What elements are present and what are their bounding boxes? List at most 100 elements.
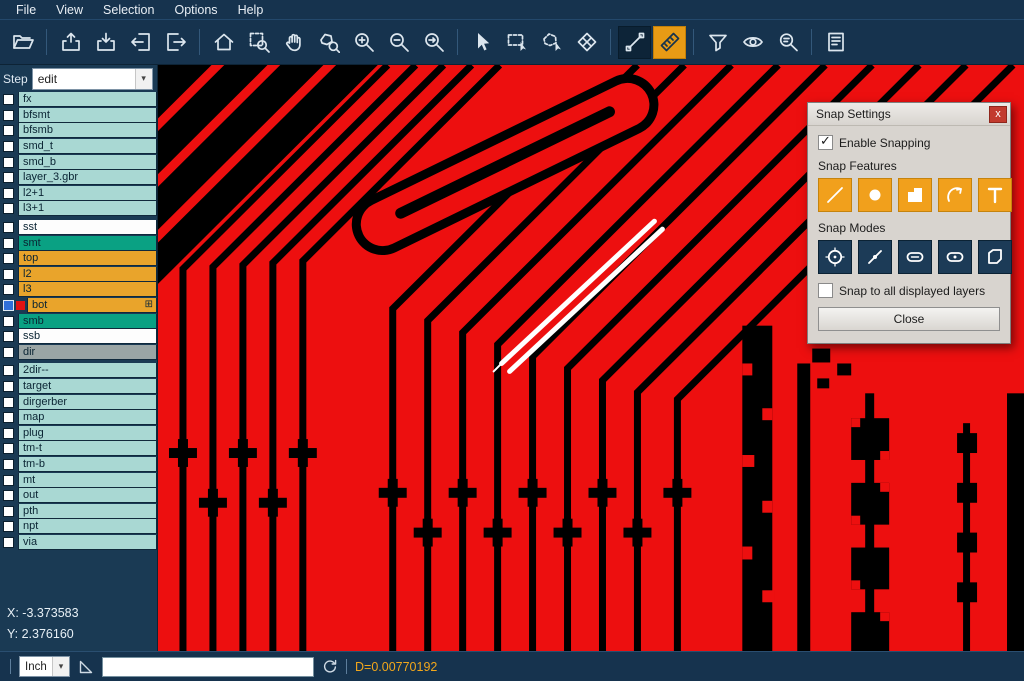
layer-visibility-checkbox[interactable] [3, 172, 14, 183]
select-polygon-button[interactable] [535, 26, 568, 59]
snap-contour-button[interactable] [978, 240, 1012, 274]
snap-point-button[interactable] [858, 240, 892, 274]
layer-visibility-checkbox[interactable] [3, 238, 14, 249]
layer-row[interactable]: out [0, 488, 157, 504]
layer-color-bar[interactable]: tm-t [18, 441, 157, 456]
layer-color-bar[interactable]: smd_b [18, 155, 157, 170]
layer-row[interactable]: bot ⊞ [0, 298, 157, 314]
layer-row[interactable]: fx [0, 92, 157, 108]
command-input[interactable] [102, 657, 314, 677]
zoom-previous-button[interactable] [417, 26, 450, 59]
layer-color-bar[interactable]: l2 [18, 267, 157, 282]
layer-color-bar[interactable]: bot ⊞ [27, 298, 157, 313]
layer-row[interactable]: target [0, 379, 157, 395]
layer-visibility-checkbox[interactable] [3, 188, 14, 199]
zoom-polygon-button[interactable] [312, 26, 345, 59]
layer-row[interactable]: via [0, 535, 157, 551]
layer-row[interactable]: l2+1 [0, 186, 157, 202]
layer-color-bar[interactable]: 2dir-- [18, 363, 157, 378]
select-rectangle-button[interactable] [500, 26, 533, 59]
layer-color-bar[interactable]: target [18, 379, 157, 394]
close-button[interactable]: Close [818, 307, 1000, 331]
snap-surface-button[interactable] [898, 178, 932, 212]
layer-visibility-checkbox[interactable] [3, 397, 14, 408]
dialog-titlebar[interactable]: Snap Settings x [808, 103, 1010, 126]
layer-visibility-checkbox[interactable] [3, 459, 14, 470]
layer-visibility-checkbox[interactable] [3, 381, 14, 392]
snap-line-button[interactable] [818, 178, 852, 212]
layer-visibility-checkbox[interactable] [3, 475, 14, 486]
layer-color-bar[interactable]: fx [18, 92, 157, 107]
layer-row[interactable]: l3 [0, 282, 157, 298]
layer-color-bar[interactable]: tm-b [18, 457, 157, 472]
layer-row[interactable]: tm-t [0, 441, 157, 457]
import-down-button[interactable] [89, 26, 122, 59]
home-view-button[interactable] [207, 26, 240, 59]
layer-color-bar[interactable]: top [18, 251, 157, 266]
layer-visibility-checkbox[interactable] [3, 521, 14, 532]
layer-color-bar[interactable]: plug [18, 426, 157, 441]
menu-item[interactable]: View [46, 0, 93, 19]
layer-row[interactable]: mt [0, 472, 157, 488]
menu-item[interactable]: Options [164, 0, 227, 19]
layer-row[interactable]: l2 [0, 267, 157, 283]
layer-color-bar[interactable]: pth [18, 504, 157, 519]
layer-color-bar[interactable]: l3 [18, 282, 157, 297]
layer-row[interactable]: map [0, 410, 157, 426]
layer-row[interactable]: ssb [0, 329, 157, 345]
layer-row[interactable]: smd_b [0, 154, 157, 170]
layer-row[interactable]: plug [0, 425, 157, 441]
layer-row[interactable]: dir [0, 345, 157, 361]
layer-color-bar[interactable]: bfsmb [18, 123, 157, 138]
menu-item[interactable]: Help [228, 0, 274, 19]
layer-visibility-checkbox[interactable] [3, 506, 14, 517]
layer-visibility-checkbox[interactable] [3, 110, 14, 121]
layer-color-bar[interactable]: npt [18, 519, 157, 534]
layer-visibility-checkbox[interactable] [3, 94, 14, 105]
layer-row[interactable]: sst [0, 220, 157, 236]
snap-center-button[interactable] [818, 240, 852, 274]
layer-row[interactable]: dirgerber [0, 394, 157, 410]
unit-select[interactable]: Inch ▾ [19, 656, 70, 677]
layer-visibility-checkbox[interactable] [3, 365, 14, 376]
grid-icon[interactable]: ⊞ [145, 300, 153, 310]
draw-line-button[interactable] [618, 26, 651, 59]
menu-item[interactable]: Selection [93, 0, 164, 19]
snap-arc-button[interactable] [938, 178, 972, 212]
layer-visibility-checkbox[interactable] [3, 157, 14, 168]
layer-color-bar[interactable]: smb [18, 314, 157, 329]
layer-row[interactable]: l3+1 [0, 201, 157, 217]
export-right-button[interactable] [159, 26, 192, 59]
layer-color-bar[interactable]: dir [18, 345, 157, 360]
layer-visibility-checkbox[interactable] [3, 284, 14, 295]
layer-row[interactable]: top [0, 251, 157, 267]
layer-visibility-checkbox[interactable] [3, 125, 14, 136]
import-left-button[interactable] [124, 26, 157, 59]
snap-text-button[interactable] [978, 178, 1012, 212]
snap-pad-button[interactable] [858, 178, 892, 212]
zoom-out-button[interactable] [382, 26, 415, 59]
layer-color-bar[interactable]: dirgerber [18, 395, 157, 410]
menu-item[interactable]: File [6, 0, 46, 19]
layer-row[interactable]: pth [0, 503, 157, 519]
layer-visibility-checkbox[interactable] [3, 300, 14, 311]
chevron-down-icon[interactable]: ▾ [135, 69, 152, 89]
layer-visibility-checkbox[interactable] [3, 412, 14, 423]
layer-color-bar[interactable]: out [18, 488, 157, 503]
layer-row[interactable]: 2dir-- [0, 363, 157, 379]
filter-button[interactable] [701, 26, 734, 59]
layer-color-bar[interactable]: l2+1 [18, 186, 157, 201]
layer-color-bar[interactable]: layer_3.gbr [18, 170, 157, 185]
snap-slot-end-button[interactable] [938, 240, 972, 274]
select-button[interactable] [465, 26, 498, 59]
layer-visibility-checkbox[interactable] [3, 537, 14, 548]
find-button[interactable] [771, 26, 804, 59]
layer-color-bar[interactable]: l3+1 [18, 201, 157, 216]
pan-button[interactable] [277, 26, 310, 59]
zoom-in-button[interactable] [347, 26, 380, 59]
layer-color-bar[interactable]: bfsmt [18, 108, 157, 123]
dialog-close-icon[interactable]: x [989, 106, 1007, 123]
layer-visibility-checkbox[interactable] [3, 253, 14, 264]
layer-visibility-checkbox[interactable] [3, 490, 14, 501]
layer-row[interactable]: smt [0, 235, 157, 251]
